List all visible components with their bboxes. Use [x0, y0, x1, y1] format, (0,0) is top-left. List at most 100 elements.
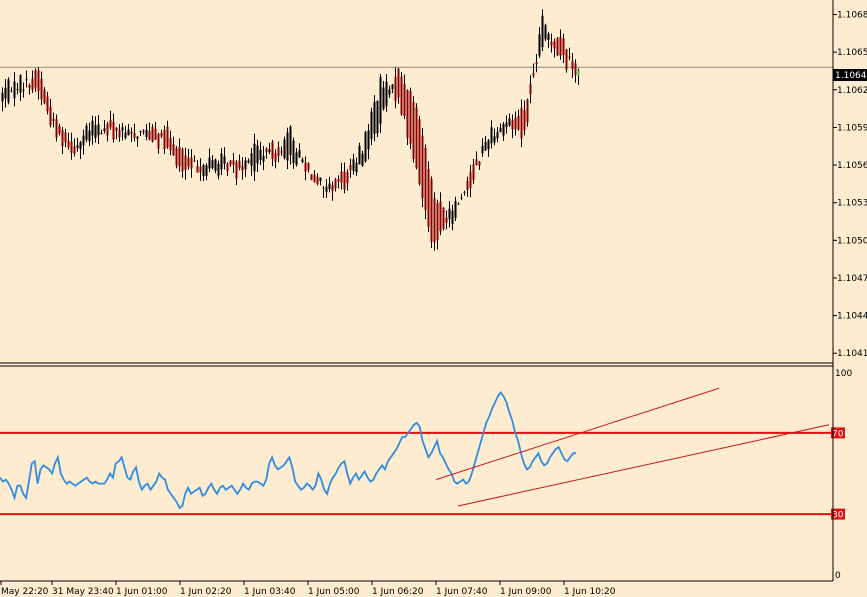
- candle-body: [280, 151, 283, 153]
- candle-body: [238, 160, 241, 168]
- candle-body: [190, 157, 193, 169]
- candle-body: [310, 174, 313, 180]
- rsi-level-30-label: 30: [832, 511, 844, 521]
- candle-body: [94, 125, 97, 138]
- candle-body: [481, 146, 484, 154]
- candle-body: [16, 89, 19, 91]
- candle-body: [427, 168, 430, 227]
- candle-body: [367, 130, 370, 150]
- candle-body: [142, 130, 145, 133]
- candle-body: [106, 123, 109, 136]
- candle-body: [400, 76, 403, 115]
- candle-body: [376, 100, 379, 134]
- candle-body: [508, 118, 511, 126]
- candle-body: [430, 178, 433, 242]
- candle-body: [535, 62, 538, 65]
- candle-body: [502, 123, 505, 136]
- candle-body: [256, 145, 259, 164]
- candle-body: [163, 130, 166, 149]
- candle-body: [211, 160, 214, 169]
- candle-body: [487, 140, 490, 150]
- candle-body: [259, 149, 262, 160]
- candle-body: [172, 144, 175, 156]
- candle-body: [337, 179, 340, 182]
- price-tick-label: 1.10535: [837, 199, 867, 209]
- candle-body: [202, 164, 205, 176]
- candle-body: [85, 125, 88, 140]
- candle-body: [136, 136, 139, 140]
- candle-body: [274, 152, 277, 162]
- candle-body: [25, 79, 28, 81]
- candle-body: [88, 130, 91, 142]
- candle-body: [403, 83, 406, 117]
- candle-body: [49, 106, 52, 126]
- candle-body: [565, 49, 568, 70]
- candle-body: [319, 177, 322, 181]
- candle-body: [577, 70, 580, 76]
- candle-body: [109, 119, 112, 128]
- candle-body: [220, 153, 223, 170]
- candle-body: [70, 141, 73, 153]
- candle-body: [475, 159, 478, 166]
- candle-body: [484, 142, 487, 151]
- candle-body: [469, 172, 472, 188]
- candle-body: [226, 163, 229, 172]
- price-tick-label: 1.10445: [837, 312, 867, 322]
- candle-body: [490, 127, 493, 144]
- candle-body: [115, 128, 118, 131]
- candle-body: [373, 102, 376, 134]
- candle-body: [370, 111, 373, 139]
- candle-body: [73, 146, 76, 154]
- candle-body: [241, 165, 244, 171]
- candle-body: [514, 117, 517, 130]
- candle-body: [472, 164, 475, 180]
- candle-body: [148, 131, 151, 140]
- candle-body: [31, 78, 34, 90]
- candle-body: [286, 132, 289, 161]
- candle-body: [538, 34, 541, 56]
- candle-body: [268, 149, 271, 153]
- price-tick-label: 1.10415: [837, 349, 867, 359]
- candle-body: [235, 162, 238, 179]
- candle-body: [574, 63, 577, 76]
- candle-body: [394, 76, 397, 102]
- candle-body: [439, 201, 442, 232]
- candle-body: [229, 160, 232, 165]
- candle-body: [529, 84, 532, 94]
- candle-body: [67, 141, 70, 147]
- rsi-tick-100: 100: [835, 369, 852, 379]
- candle-body: [19, 75, 22, 93]
- trading-chart[interactable]: 1.10685 1.10655 1.10625 1.10595 1.10565 1.105…: [0, 0, 867, 597]
- candle-body: [550, 41, 553, 46]
- candle-body: [271, 141, 274, 159]
- time-tick-label: 1 Jun 03:40: [244, 587, 296, 597]
- candle-body: [496, 131, 499, 139]
- price-tick-label: 1.10655: [837, 48, 867, 58]
- time-tick-label: 1 Jun 07:40: [436, 587, 488, 597]
- candle-body: [325, 186, 328, 192]
- candle-body: [175, 148, 178, 166]
- candle-body: [361, 153, 364, 167]
- candle-body: [217, 163, 220, 177]
- candle-body: [391, 84, 394, 90]
- candle-body: [343, 171, 346, 190]
- candle-body: [409, 91, 412, 144]
- candle-body: [139, 130, 142, 132]
- candle-body: [313, 174, 316, 183]
- candle-body: [55, 119, 58, 138]
- candle-body: [556, 37, 559, 56]
- candle-body: [181, 148, 184, 172]
- candle-body: [451, 210, 454, 224]
- candle-body: [127, 129, 130, 136]
- candle-body: [40, 78, 43, 100]
- price-tick-label: 1.10565: [837, 161, 867, 171]
- candle-body: [424, 147, 427, 210]
- time-tick-label: May 22:20: [1, 587, 49, 597]
- candle-body: [328, 183, 331, 189]
- candle-body: [13, 81, 16, 99]
- candle-body: [166, 126, 169, 148]
- candle-body: [28, 85, 31, 88]
- candle-body: [118, 130, 121, 138]
- time-tick-label: 1 Jun 09:00: [500, 587, 552, 597]
- candle-body: [553, 41, 556, 49]
